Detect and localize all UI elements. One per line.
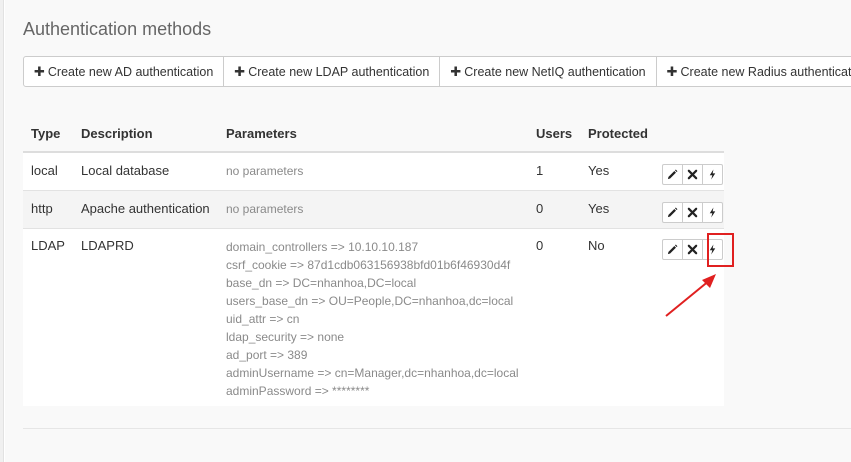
parameter-line: adminPassword => ******** xyxy=(226,384,370,399)
cell-parameters: domain_controllers => 10.10.10.187 csrf_… xyxy=(218,227,528,406)
delete-icon xyxy=(687,169,698,180)
header-actions xyxy=(654,116,724,153)
delete-button[interactable] xyxy=(682,164,703,185)
parameter-line: ad_port => 389 xyxy=(226,348,308,363)
row-actions xyxy=(662,201,723,223)
edit-button[interactable] xyxy=(662,164,683,185)
cell-description: LDAPRD xyxy=(73,227,218,406)
table-row: LDAP LDAPRD domain_controllers => 10.10.… xyxy=(23,227,724,406)
left-rail xyxy=(0,0,4,462)
row-actions xyxy=(662,164,723,185)
cell-parameters: no parameters xyxy=(218,189,528,228)
bolt-icon xyxy=(709,243,716,255)
delete-icon xyxy=(687,244,698,254)
auth-methods-table: Type Description Parameters Users Protec… xyxy=(23,116,724,406)
test-button[interactable] xyxy=(702,164,723,185)
test-button[interactable] xyxy=(702,201,723,223)
create-netiq-auth-button[interactable]: ✚ Create new NetIQ authentication xyxy=(439,56,657,87)
cell-protected: Yes xyxy=(580,189,654,228)
test-button[interactable] xyxy=(702,238,723,260)
header-parameters: Parameters xyxy=(218,116,528,153)
parameter-line: users_base_dn => OU=People,DC=nhanhoa,dc… xyxy=(226,293,514,308)
create-ldap-auth-button[interactable]: ✚ Create new LDAP authentication xyxy=(223,56,441,87)
parameter-line: domain_controllers => 10.10.10.187 xyxy=(226,239,419,254)
button-label: Create new Radius authentication xyxy=(680,64,851,79)
auth-methods-table-wrap: Type Description Parameters Users Protec… xyxy=(23,116,724,406)
cell-users: 1 xyxy=(528,151,580,190)
create-ad-auth-button[interactable]: ✚ Create new AD authentication xyxy=(23,56,225,87)
button-label: Create new LDAP authentication xyxy=(248,64,430,79)
cell-parameters: no parameters xyxy=(218,151,528,190)
cell-actions xyxy=(654,151,724,190)
edit-button[interactable] xyxy=(662,238,683,260)
plus-icon: ✚ xyxy=(234,63,246,79)
edit-button[interactable] xyxy=(662,201,683,223)
header-users: Users xyxy=(528,116,580,153)
header-description: Description xyxy=(73,116,218,153)
cell-type: http xyxy=(23,189,73,228)
table-header-row: Type Description Parameters Users Protec… xyxy=(23,116,724,153)
parameter-line: csrf_cookie => 87d1cdb063156938bfd01b6f4… xyxy=(226,257,511,272)
parameter-text: no parameters xyxy=(226,164,304,178)
bolt-icon xyxy=(709,206,716,218)
page-title: Authentication methods xyxy=(23,19,212,39)
parameter-line: ldap_security => none xyxy=(226,329,345,344)
cell-protected: Yes xyxy=(580,151,654,190)
edit-icon xyxy=(667,207,678,217)
cell-type: LDAP xyxy=(23,227,73,406)
cell-users: 0 xyxy=(528,189,580,228)
delete-button[interactable] xyxy=(682,201,703,223)
table-row: local Local database no parameters 1 Yes xyxy=(23,151,724,190)
header-type: Type xyxy=(23,116,73,153)
cell-users: 0 xyxy=(528,227,580,406)
cell-type: local xyxy=(23,151,73,190)
button-label: Create new AD authentication xyxy=(47,64,214,79)
panel-divider xyxy=(23,428,851,429)
parameter-line: uid_attr => cn xyxy=(226,311,300,326)
parameter-text: no parameters xyxy=(226,201,304,216)
delete-icon xyxy=(687,207,698,217)
create-buttons-group: ✚ Create new AD authentication ✚ Create … xyxy=(23,56,851,87)
parameter-line: adminUsername => cn=Manager,dc=nhanhoa,d… xyxy=(226,366,519,381)
bolt-icon xyxy=(709,169,716,180)
cell-actions xyxy=(654,227,724,406)
cell-actions xyxy=(654,189,724,228)
edit-icon xyxy=(667,244,678,254)
delete-button[interactable] xyxy=(682,238,703,260)
cell-protected: No xyxy=(580,227,654,406)
plus-icon: ✚ xyxy=(666,63,678,79)
cell-description: Local database xyxy=(73,151,218,190)
create-radius-auth-button[interactable]: ✚ Create new Radius authentication xyxy=(655,56,851,87)
cell-description: Apache authentication xyxy=(73,189,218,228)
row-actions xyxy=(662,238,723,260)
header-protected: Protected xyxy=(580,116,654,153)
parameter-line: base_dn => DC=nhanhoa,DC=local xyxy=(226,275,417,290)
edit-icon xyxy=(667,169,678,180)
button-label: Create new NetIQ authentication xyxy=(464,64,646,79)
plus-icon: ✚ xyxy=(34,63,45,79)
plus-icon: ✚ xyxy=(450,63,462,79)
table-row: http Apache authentication no parameters… xyxy=(23,189,724,228)
